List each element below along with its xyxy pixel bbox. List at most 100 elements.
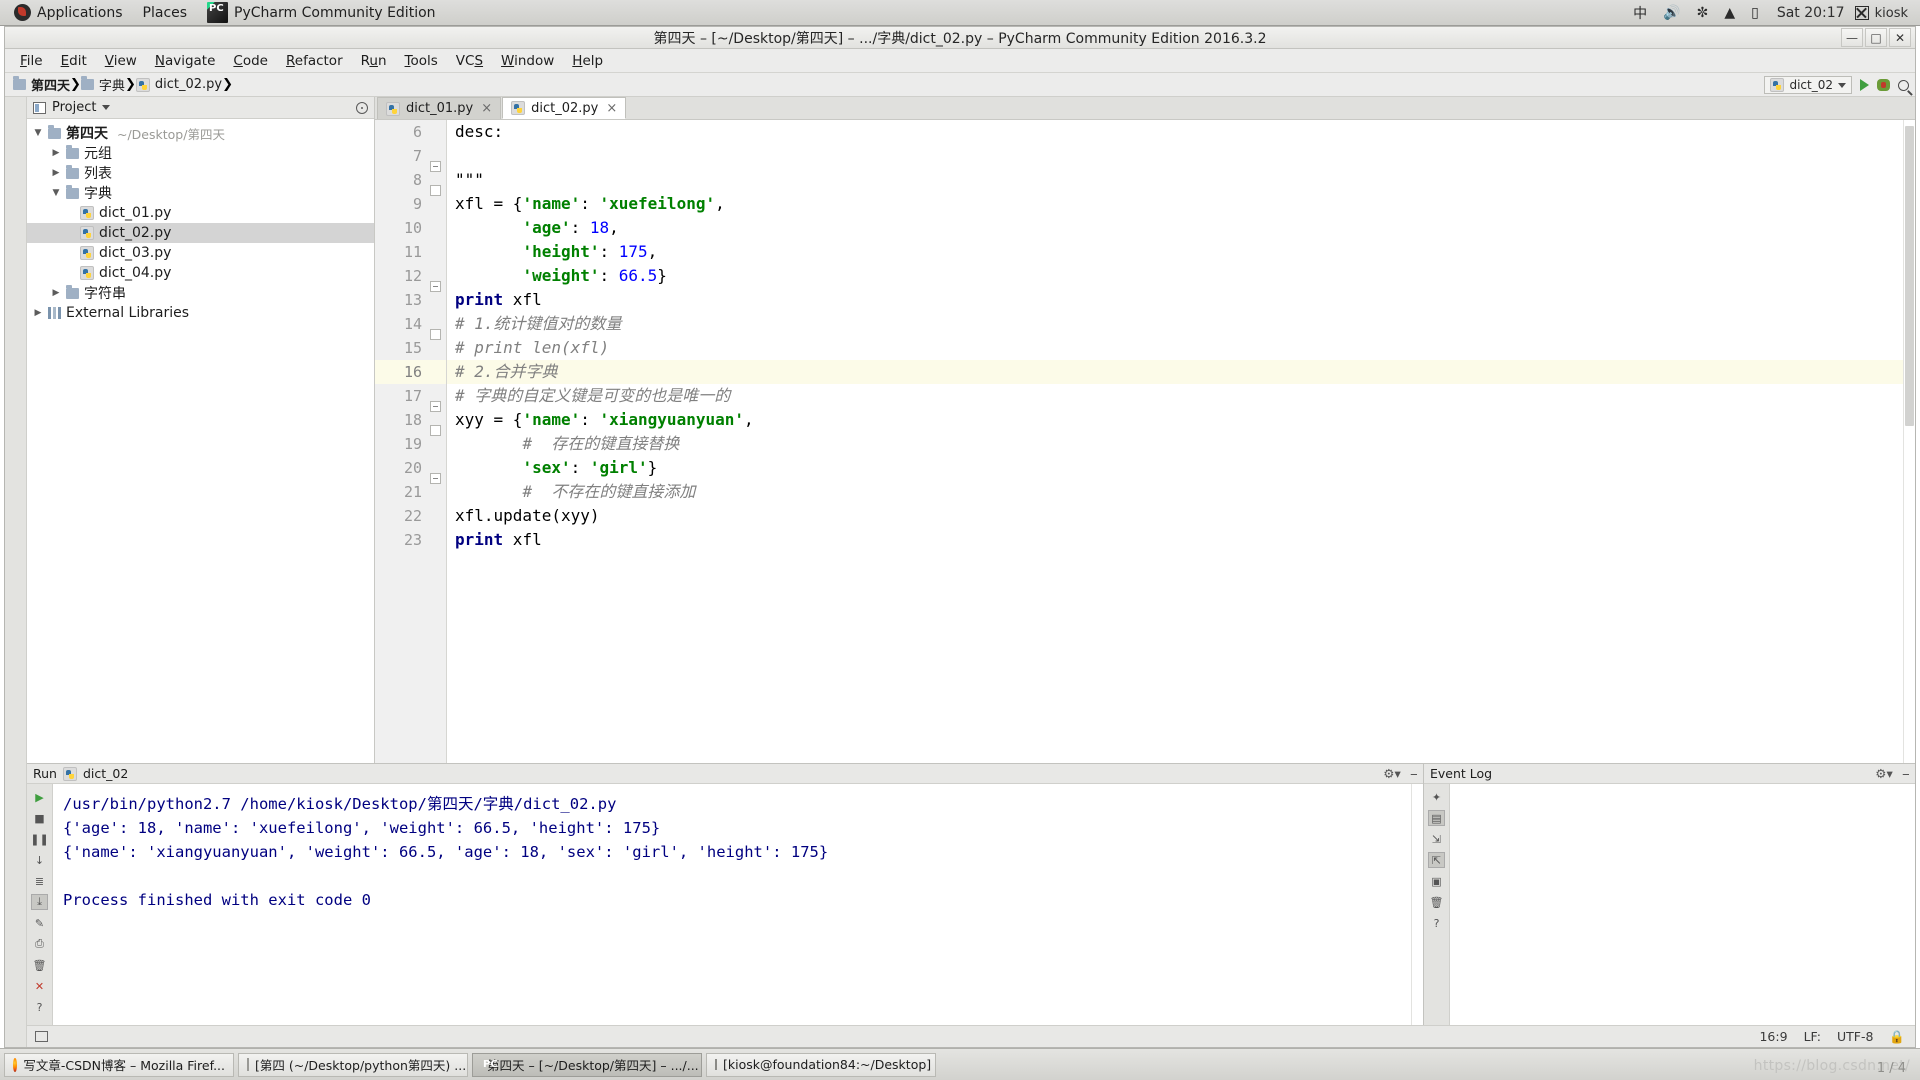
scrollbar-thumb[interactable]: [1905, 126, 1914, 426]
tab-close-icon[interactable]: ×: [606, 101, 617, 116]
code-line[interactable]: desc:: [447, 120, 1903, 144]
bluetooth-icon[interactable]: ✼: [1689, 0, 1717, 26]
tree-row-liebiao[interactable]: ▶ 列表: [27, 163, 374, 183]
code-line[interactable]: 'sex': 'girl'}: [447, 456, 1903, 480]
menu-view[interactable]: View: [96, 51, 146, 71]
code-line[interactable]: 'weight': 66.5}: [447, 264, 1903, 288]
rerun-icon[interactable]: ▶: [31, 789, 48, 805]
fold-marker-icon[interactable]: [430, 185, 441, 196]
down-arrow-icon[interactable]: ↓: [31, 852, 48, 868]
tab-dict-02[interactable]: dict_02.py ×: [502, 97, 627, 119]
tree-arrow-icon[interactable]: ▼: [33, 128, 43, 138]
code-line[interactable]: # 不存在的键直接添加: [447, 480, 1903, 504]
input-method-indicator[interactable]: 中: [1625, 0, 1655, 26]
battery-icon[interactable]: ▯: [1743, 0, 1767, 26]
preview-icon[interactable]: ▣: [1428, 873, 1445, 889]
trash-icon[interactable]: 🗑: [1428, 894, 1445, 910]
code-line[interactable]: # 存在的键直接替换: [447, 432, 1903, 456]
code-line[interactable]: 'age': 18,: [447, 216, 1903, 240]
code-line[interactable]: print xfl: [447, 288, 1903, 312]
encoding[interactable]: UTF-8: [1837, 1029, 1873, 1044]
code-line[interactable]: xfl.update(xyy): [447, 504, 1903, 528]
tree-arrow-icon[interactable]: ▶: [51, 168, 61, 178]
menu-navigate[interactable]: Navigate: [146, 51, 225, 71]
fold-marker-icon[interactable]: [430, 425, 441, 436]
search-icon[interactable]: [1898, 79, 1909, 91]
breadcrumb-file[interactable]: dict_02.py: [135, 77, 222, 92]
pause-icon[interactable]: ❚❚: [30, 831, 48, 847]
code-line[interactable]: 'height': 175,: [447, 240, 1903, 264]
help-icon[interactable]: ?: [1428, 915, 1445, 931]
debug-icon[interactable]: [1877, 79, 1890, 91]
taskbar-item-editor[interactable]: [第四 (~/Desktop/python第四天) ...: [238, 1052, 468, 1077]
clock[interactable]: Sat 20:17: [1767, 5, 1855, 21]
editor-area[interactable]: 6 7 8 9 10 11 12 13 14 15 16 17 18 19 20…: [375, 120, 1915, 763]
console-output[interactable]: /usr/bin/python2.7 /home/kiosk/Desktop/第…: [53, 784, 1411, 1025]
tree-row-dict01[interactable]: dict_01.py: [27, 203, 374, 223]
help-icon[interactable]: ?: [31, 999, 48, 1015]
gear-icon[interactable]: ⚙▾: [1875, 766, 1892, 781]
wrap-icon[interactable]: ▤: [1428, 810, 1445, 826]
code-line[interactable]: xyy = {'name': 'xiangyuanyuan',: [447, 408, 1903, 432]
pin-icon[interactable]: ✎: [31, 915, 48, 931]
scroll-to-end-icon[interactable]: ⤓: [31, 894, 48, 910]
fold-marker-icon[interactable]: [430, 329, 441, 340]
breadcrumb-folder[interactable]: 字典: [80, 75, 125, 94]
close-button[interactable]: ✕: [1889, 28, 1911, 47]
line-separator[interactable]: LF:: [1804, 1029, 1821, 1044]
tree-arrow-icon[interactable]: ▶: [51, 148, 61, 158]
menu-run[interactable]: Run: [352, 51, 396, 71]
code-folding-column[interactable]: [428, 120, 446, 763]
tree-row-dict03[interactable]: dict_03.py: [27, 243, 374, 263]
event-log-icon[interactable]: [35, 1031, 48, 1042]
code-line[interactable]: print xfl: [447, 528, 1903, 552]
user-menu[interactable]: kiosk: [1854, 6, 1912, 21]
menu-refactor[interactable]: Refactor: [277, 51, 352, 71]
breadcrumb-project[interactable]: 第四天: [13, 75, 70, 94]
run-icon[interactable]: [1860, 79, 1869, 91]
stop-icon[interactable]: ■: [31, 810, 48, 826]
places-menu[interactable]: Places: [133, 1, 198, 25]
taskbar-item-firefox[interactable]: 写文章-CSDN博客 – Mozilla Firef...: [4, 1052, 234, 1077]
menu-vcs[interactable]: VCS: [447, 51, 492, 71]
tree-row-yuanzu[interactable]: ▶ 元组: [27, 143, 374, 163]
code-line[interactable]: # print len(xfl): [447, 336, 1903, 360]
tree-row-dict04[interactable]: dict_04.py: [27, 263, 374, 283]
menu-code[interactable]: Code: [224, 51, 277, 71]
applications-menu[interactable]: Applications: [4, 1, 133, 25]
taskbar-item-terminal[interactable]: [kiosk@foundation84:~/Desktop]: [706, 1052, 936, 1077]
volume-icon[interactable]: 🔊: [1655, 0, 1688, 26]
close-icon[interactable]: ✕: [31, 978, 48, 994]
menu-file[interactable]: FFileile: [11, 51, 52, 71]
tree-arrow-icon[interactable]: ▶: [33, 308, 43, 318]
editor-vertical-scrollbar[interactable]: [1903, 120, 1915, 763]
active-application-indicator[interactable]: PyCharm Community Edition: [197, 1, 445, 25]
code-content[interactable]: desc: """ xfl = {'name': 'xuefeilong', '…: [447, 120, 1903, 763]
tree-row-dict02[interactable]: dict_02.py: [27, 223, 374, 243]
run-configuration-selector[interactable]: dict_02: [1764, 76, 1852, 94]
tree-row-project[interactable]: ▼ 第四天 ~/Desktop/第四天: [27, 123, 374, 143]
expand-icon[interactable]: ⇲: [1428, 831, 1445, 847]
code-line-current[interactable]: # 2.合并字典: [447, 360, 1903, 384]
chevron-down-icon[interactable]: [102, 105, 111, 110]
wifi-icon[interactable]: ▲: [1716, 0, 1743, 26]
minimize-icon[interactable]: ⎯: [1903, 766, 1909, 782]
fold-marker-icon[interactable]: [430, 473, 441, 484]
fold-marker-icon[interactable]: [430, 401, 441, 412]
minimize-button[interactable]: —: [1841, 28, 1863, 47]
code-line[interactable]: # 1.统计键值对的数量: [447, 312, 1903, 336]
minimize-icon[interactable]: ⎯: [1411, 766, 1417, 782]
event-log-content[interactable]: [1450, 784, 1915, 1025]
tree-row-zidian[interactable]: ▼ 字典: [27, 183, 374, 203]
settings-icon[interactable]: ✦: [1428, 789, 1445, 805]
fold-marker-icon[interactable]: [430, 281, 441, 292]
code-line[interactable]: # 字典的自定义键是可变的也是唯一的: [447, 384, 1903, 408]
tree-row-external-libraries[interactable]: ▶ External Libraries: [27, 303, 374, 323]
tree-arrow-icon[interactable]: ▶: [51, 288, 61, 298]
lock-icon[interactable]: 🔒: [1889, 1029, 1905, 1045]
code-line[interactable]: [447, 144, 1903, 168]
menu-help[interactable]: Help: [563, 51, 612, 71]
code-line[interactable]: xfl = {'name': 'xuefeilong',: [447, 192, 1903, 216]
collapse-icon[interactable]: ⇱: [1428, 852, 1445, 868]
line-number-gutter[interactable]: 6 7 8 9 10 11 12 13 14 15 16 17 18 19 20…: [375, 120, 447, 763]
